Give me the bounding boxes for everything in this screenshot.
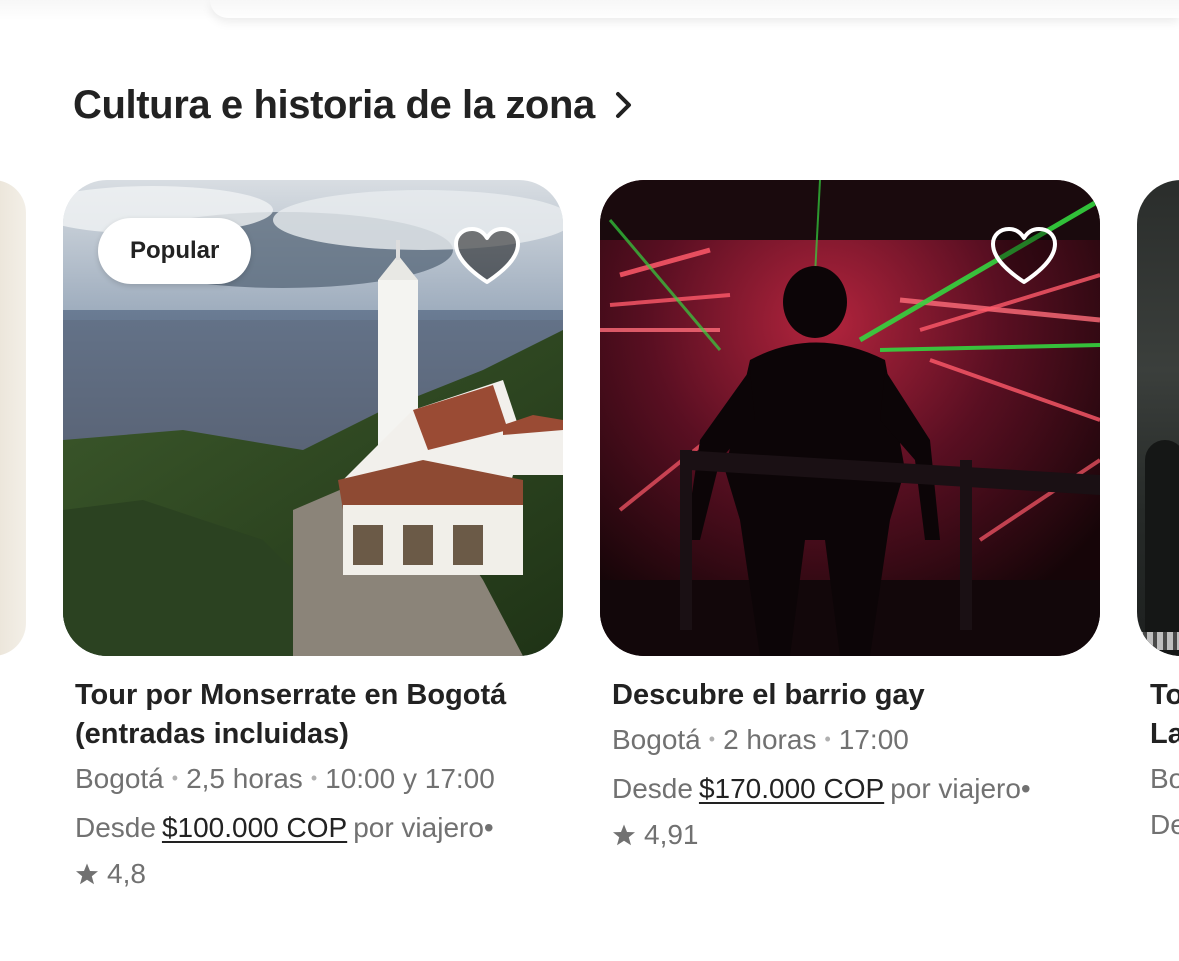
experience-card-image[interactable] (600, 180, 1100, 656)
chevron-right-icon[interactable] (613, 90, 635, 120)
card-rating: 4,8 (75, 855, 575, 893)
card-duration: 2 horas (723, 724, 817, 755)
card-price-line: Desde $100.000 COP por viajero• (75, 809, 575, 847)
heart-icon[interactable] (990, 226, 1058, 286)
partial-meta: Bo (1150, 763, 1179, 794)
card-times: 10:00 y 17:00 (325, 763, 495, 794)
separator-dot: • (171, 768, 179, 788)
partial-title-line1: To (1150, 679, 1179, 711)
card-meta: Bogotá • 2 horas • 17:00 (612, 721, 1112, 762)
section-title: Cultura e historia de la zona (73, 82, 595, 127)
separator-dot: • (1020, 773, 1031, 804)
card-rating: 4,91 (612, 816, 1112, 854)
popular-badge: Popular (98, 218, 252, 284)
partial-photo-figure (1145, 440, 1179, 656)
card-times: 17:00 (838, 724, 909, 755)
separator-dot: • (483, 812, 494, 843)
price-suffix: por viajero (353, 812, 484, 843)
card-price-line: Desde $170.000 COP por viajero• (612, 770, 1112, 808)
partial-price: De (1150, 809, 1179, 840)
section-header[interactable]: Cultura e historia de la zona (73, 80, 635, 130)
separator-dot: • (310, 768, 318, 788)
card-title-line2: (entradas incluidas) (75, 718, 349, 750)
card-price: $100.000 COP (161, 812, 348, 843)
price-suffix: por viajero (890, 773, 1021, 804)
rating-value: 4,91 (644, 819, 699, 850)
star-icon (76, 863, 98, 885)
partial-card-image-right[interactable] (1137, 180, 1179, 656)
partial-card-info[interactable]: To La Bo De (1150, 676, 1179, 844)
card-price: $170.000 COP (698, 773, 885, 804)
card-title-line1: Tour por Monserrate en Bogotá (75, 679, 507, 711)
star-icon (613, 824, 635, 846)
experience-card-image[interactable]: Popular (63, 180, 563, 656)
card-location: Bogotá (75, 763, 164, 794)
card-location: Bogotá (612, 724, 701, 755)
card-title-line1: Descubre el barrio gay (612, 679, 925, 711)
separator-dot: • (824, 729, 831, 749)
price-prefix: Desde (612, 773, 693, 804)
experience-card-info[interactable]: Descubre el barrio gay Bogotá • 2 horas • 17… (612, 676, 1112, 854)
partial-title-line2: La (1150, 718, 1179, 750)
heart-icon[interactable] (453, 226, 521, 286)
price-prefix: Desde (75, 812, 156, 843)
card-meta: Bogotá • 2,5 horas • 10:00 y 17:00 (75, 760, 575, 801)
rating-value: 4,8 (107, 858, 146, 889)
partial-photo-detail (1137, 632, 1179, 650)
partial-card-image-left[interactable] (0, 180, 26, 656)
separator-dot: • (708, 729, 716, 749)
top-search-bar-edge (0, 0, 1179, 20)
experience-card-info[interactable]: Tour por Monserrate en Bogotá (entradas … (75, 676, 575, 893)
card-duration: 2,5 horas (186, 763, 303, 794)
